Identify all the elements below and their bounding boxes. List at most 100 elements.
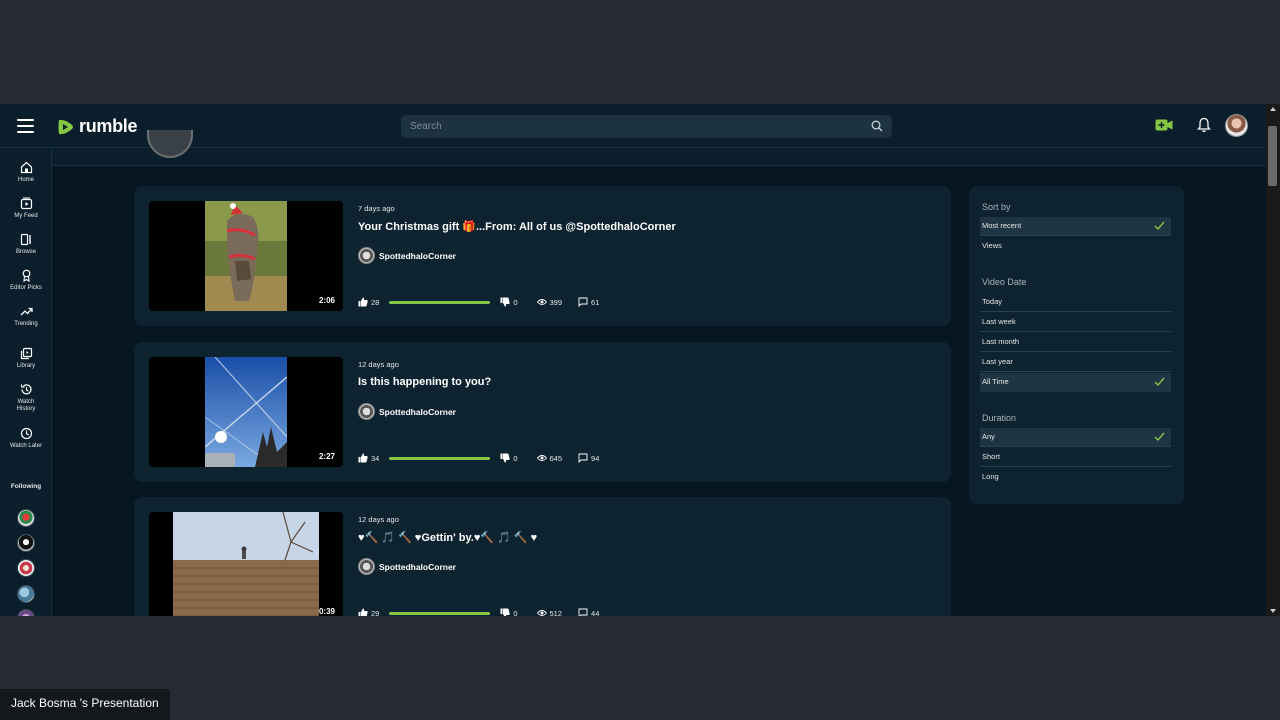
- search-input[interactable]: [401, 115, 892, 138]
- like-count: 29: [371, 608, 380, 617]
- video-upload-date: 12 days ago: [358, 360, 399, 369]
- video-title[interactable]: Is this happening to you?: [358, 376, 491, 388]
- followed-channel-avatar[interactable]: [17, 534, 35, 552]
- video-title[interactable]: ♥🔨 🎵 🔨 ♥Gettin' by.♥🔨 🎵 🔨 ♥: [358, 531, 537, 544]
- video-thumbnail[interactable]: 2:27: [149, 357, 343, 467]
- date-option-last-year[interactable]: Last year: [980, 353, 1171, 372]
- sidebar-item-my-feed[interactable]: My Feed: [0, 197, 52, 220]
- like-button[interactable]: 28: [358, 297, 379, 307]
- sidebar-item-home[interactable]: Home: [0, 161, 52, 184]
- date-option-last-month[interactable]: Last month: [980, 333, 1171, 352]
- following-heading: Following: [10, 483, 42, 490]
- comment-count: 44: [591, 608, 600, 617]
- comment-stat[interactable]: 61: [578, 297, 599, 307]
- like-button[interactable]: 29: [358, 608, 379, 616]
- followed-channel-avatar[interactable]: [17, 609, 35, 616]
- like-ratio-bar: [389, 300, 491, 304]
- sidebar-item-trending[interactable]: Trending: [0, 305, 52, 328]
- search-icon[interactable]: [871, 120, 883, 132]
- like-count: 34: [371, 453, 380, 463]
- notifications-bell-icon[interactable]: [1197, 117, 1211, 133]
- date-option-today[interactable]: Today: [980, 293, 1171, 312]
- sidebar-label: Browse: [15, 249, 36, 255]
- menu-icon[interactable]: [17, 119, 34, 133]
- rumble-play-icon: [58, 119, 73, 134]
- video-thumbnail[interactable]: 0:39: [149, 512, 343, 616]
- option-label: Views: [982, 241, 1002, 250]
- video-date-heading: Video Date: [982, 277, 1027, 287]
- channel-avatar: [358, 403, 375, 420]
- view-stat: 645: [536, 453, 562, 463]
- duration-option-any[interactable]: Any: [980, 428, 1171, 447]
- video-stats: 34 0 645 94: [358, 453, 599, 463]
- thumbs-up-icon: [358, 297, 368, 307]
- award-ribbon-icon: [22, 269, 30, 282]
- comment-stat[interactable]: 44: [578, 608, 599, 616]
- option-label: Last month: [982, 337, 1020, 346]
- video-channel[interactable]: SpottedhaloCorner: [358, 558, 456, 575]
- dislike-count: 0: [513, 608, 518, 617]
- scrollbar-thumb[interactable]: [1268, 126, 1277, 186]
- like-button[interactable]: 34: [358, 453, 379, 463]
- browse-icon: [20, 233, 31, 246]
- video-thumbnail[interactable]: 2:06: [149, 201, 343, 311]
- sky-thumbnail-image: [205, 357, 287, 467]
- sidebar-item-browse[interactable]: Browse: [0, 233, 52, 256]
- duration-option-long[interactable]: Long: [980, 468, 1171, 487]
- sort-option-views[interactable]: Views: [980, 237, 1171, 256]
- clock-icon: [20, 427, 32, 440]
- followed-channel-avatar[interactable]: [17, 585, 35, 603]
- comment-icon: [578, 453, 588, 463]
- dislike-count: 0: [513, 453, 518, 463]
- horse-thumbnail-image: [205, 201, 287, 311]
- view-stat: 399: [536, 297, 563, 307]
- scroll-up-arrow-icon[interactable]: [1270, 107, 1276, 111]
- option-label: Last year: [982, 357, 1013, 366]
- video-channel[interactable]: SpottedhaloCorner: [358, 403, 456, 420]
- history-icon: [20, 384, 32, 395]
- upload-video-icon[interactable]: [1155, 118, 1173, 132]
- channel-name: SpottedhaloCorner: [379, 561, 456, 572]
- sidebar-item-library[interactable]: Library: [0, 347, 52, 370]
- comment-count: 61: [591, 297, 600, 307]
- user-avatar[interactable]: [1225, 114, 1248, 137]
- sidebar-label: Watch Later: [9, 443, 43, 449]
- option-label: All Time: [982, 377, 1009, 386]
- channel-avatar-partial: [147, 130, 193, 158]
- sidebar-item-editor-picks[interactable]: Editor Picks: [0, 269, 52, 292]
- sidebar-item-watch-later[interactable]: Watch Later: [0, 427, 52, 450]
- video-card[interactable]: 2:06 7 days ago Your Christmas gift 🎁...…: [134, 186, 951, 326]
- followed-channel-avatar[interactable]: [17, 559, 35, 577]
- comment-stat[interactable]: 94: [578, 453, 599, 463]
- sort-option-most-recent[interactable]: Most recent: [980, 217, 1171, 236]
- checkmark-icon: [1154, 221, 1165, 231]
- page-scrollbar[interactable]: [1266, 104, 1280, 616]
- video-card[interactable]: 2:27 12 days ago Is this happening to yo…: [134, 342, 951, 482]
- followed-channel-avatar[interactable]: [17, 509, 35, 527]
- option-label: Today: [982, 297, 1003, 306]
- view-count: 399: [549, 297, 563, 307]
- home-icon: [20, 161, 32, 174]
- date-option-last-week[interactable]: Last week: [980, 313, 1171, 332]
- thumbs-down-icon: [500, 608, 511, 616]
- dislike-count: 0: [513, 297, 518, 307]
- duration-option-short[interactable]: Short: [980, 448, 1171, 467]
- library-icon: [20, 347, 32, 360]
- option-label: Short: [982, 452, 1000, 461]
- thumbs-up-icon: [358, 453, 368, 463]
- dislike-button[interactable]: 0: [500, 453, 518, 463]
- video-stats: 28 0 399 61: [358, 297, 599, 307]
- sidebar-item-watch-history[interactable]: Watch History: [0, 383, 52, 413]
- dislike-button[interactable]: 0: [500, 608, 518, 617]
- left-sidebar: Home My Feed Browse Editor Picks Trendin…: [0, 148, 52, 616]
- scroll-down-arrow-icon[interactable]: [1270, 609, 1276, 613]
- video-card[interactable]: 0:39 12 days ago ♥🔨 🎵 🔨 ♥Gettin' by.♥🔨 🎵…: [134, 497, 951, 616]
- dislike-button[interactable]: 0: [500, 297, 518, 307]
- option-label: Long: [982, 472, 999, 481]
- video-channel[interactable]: SpottedhaloCorner: [358, 247, 456, 264]
- rumble-logo[interactable]: rumble: [55, 116, 138, 137]
- video-title[interactable]: Your Christmas gift 🎁...From: All of us …: [358, 220, 676, 233]
- date-option-all-time[interactable]: All Time: [980, 373, 1171, 392]
- checkmark-icon: [1154, 432, 1165, 442]
- sidebar-label: Trending: [14, 321, 38, 327]
